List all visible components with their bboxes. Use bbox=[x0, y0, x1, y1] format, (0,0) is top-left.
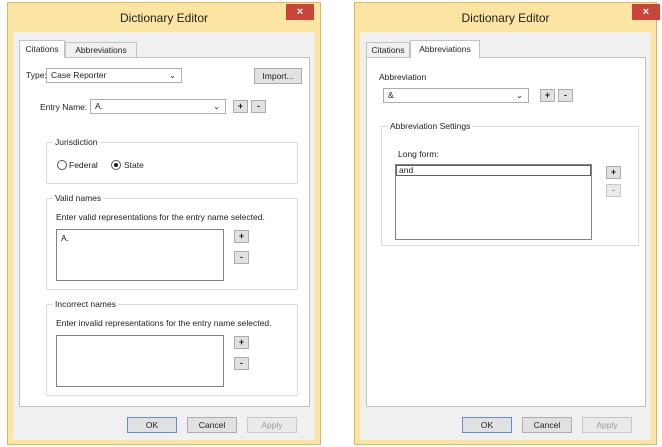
title-bar[interactable]: Dictionary Editor × bbox=[8, 3, 320, 32]
tab-citations[interactable]: Citations bbox=[366, 42, 410, 58]
type-label: Type: bbox=[26, 70, 47, 80]
long-form-list[interactable]: and bbox=[395, 164, 592, 240]
type-dropdown-value: Case Reporter bbox=[51, 70, 107, 80]
list-item[interactable]: A. bbox=[61, 233, 219, 243]
ok-button[interactable]: OK bbox=[127, 417, 177, 433]
jurisdiction-group: Jurisdiction Federal State bbox=[46, 137, 298, 184]
entry-name-label: Entry Name: bbox=[40, 102, 88, 112]
client-area: Citations Abbreviations Type: Case Repor… bbox=[13, 32, 315, 440]
dialog-footer: OK Cancel Apply bbox=[13, 412, 315, 440]
add-abbreviation-button[interactable]: + bbox=[540, 89, 555, 102]
citations-panel: Type: Case Reporter ⌄ Import... Entry Na… bbox=[19, 57, 310, 407]
long-form-label: Long form: bbox=[398, 149, 439, 159]
cancel-button[interactable]: Cancel bbox=[187, 417, 237, 433]
federal-label[interactable]: Federal bbox=[69, 160, 98, 170]
chevron-down-icon: ⌄ bbox=[169, 71, 176, 80]
window-title: Dictionary Editor bbox=[461, 11, 550, 25]
tab-abbreviations[interactable]: Abbreviations bbox=[65, 42, 137, 58]
abbreviation-value: & bbox=[388, 90, 394, 100]
dictionary-editor-window-left: Dictionary Editor × Citations Abbreviati… bbox=[7, 2, 321, 445]
remove-long-form-button[interactable]: - bbox=[606, 184, 621, 197]
dictionary-editor-window-right: Dictionary Editor × Citations Abbreviati… bbox=[354, 2, 660, 445]
add-incorrect-name-button[interactable]: + bbox=[234, 336, 249, 349]
list-item[interactable]: and bbox=[396, 165, 591, 176]
remove-incorrect-name-button[interactable]: - bbox=[234, 357, 249, 370]
valid-names-hint: Enter valid representations for the entr… bbox=[56, 212, 265, 222]
type-dropdown[interactable]: Case Reporter ⌄ bbox=[46, 68, 182, 83]
valid-names-list[interactable]: A. bbox=[56, 229, 224, 281]
chevron-down-icon: ⌄ bbox=[213, 102, 220, 111]
ok-button[interactable]: OK bbox=[462, 417, 512, 433]
incorrect-names-group: Incorrect names Enter invalid representa… bbox=[46, 299, 298, 396]
apply-button[interactable]: Apply bbox=[247, 417, 297, 433]
entry-name-dropdown[interactable]: A. ⌄ bbox=[90, 99, 226, 114]
federal-radio[interactable] bbox=[57, 160, 67, 170]
close-button[interactable]: × bbox=[632, 4, 660, 20]
remove-abbreviation-button[interactable]: - bbox=[558, 89, 573, 102]
client-area: Citations Abbreviations Abbreviation & ⌄… bbox=[360, 32, 651, 440]
chevron-down-icon: ⌄ bbox=[516, 91, 523, 100]
valid-names-group: Valid names Enter valid representations … bbox=[46, 193, 298, 290]
abbreviation-label: Abbreviation bbox=[379, 72, 427, 82]
valid-names-legend: Valid names bbox=[53, 193, 104, 203]
window-title: Dictionary Editor bbox=[119, 11, 209, 25]
abbreviation-dropdown[interactable]: & ⌄ bbox=[383, 88, 529, 103]
abbreviation-settings-legend: Abbreviation Settings bbox=[388, 121, 473, 131]
jurisdiction-legend: Jurisdiction bbox=[53, 137, 100, 147]
incorrect-names-list[interactable] bbox=[56, 335, 224, 387]
title-bar[interactable]: Dictionary Editor × bbox=[355, 3, 660, 32]
incorrect-names-hint: Enter invalid representations for the en… bbox=[56, 318, 272, 328]
abbreviation-settings-group: Abbreviation Settings Long form: and + - bbox=[381, 121, 639, 246]
close-button[interactable]: × bbox=[286, 4, 314, 20]
entry-name-value: A. bbox=[95, 101, 104, 111]
state-label[interactable]: State bbox=[124, 160, 144, 170]
cancel-button[interactable]: Cancel bbox=[522, 417, 572, 433]
tab-citations[interactable]: Citations bbox=[19, 40, 65, 58]
add-valid-name-button[interactable]: + bbox=[234, 230, 249, 243]
remove-valid-name-button[interactable]: - bbox=[234, 251, 249, 264]
import-button[interactable]: Import... bbox=[254, 68, 302, 84]
dialog-footer: OK Cancel Apply bbox=[360, 412, 651, 440]
add-long-form-button[interactable]: + bbox=[606, 166, 621, 179]
tab-abbreviations[interactable]: Abbreviations bbox=[410, 40, 480, 58]
state-radio[interactable] bbox=[111, 160, 121, 170]
abbreviations-panel: Abbreviation & ⌄ + - Abbreviation Settin… bbox=[366, 57, 646, 407]
apply-button[interactable]: Apply bbox=[582, 417, 632, 433]
incorrect-names-legend: Incorrect names bbox=[53, 299, 118, 309]
remove-entry-button[interactable]: - bbox=[251, 100, 266, 113]
add-entry-button[interactable]: + bbox=[233, 100, 248, 113]
